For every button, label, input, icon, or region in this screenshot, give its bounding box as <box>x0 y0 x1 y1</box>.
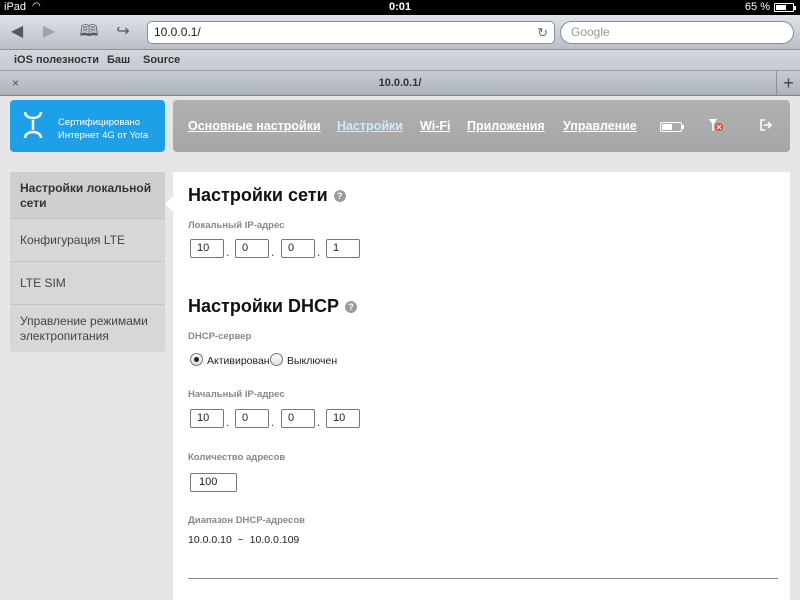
bookmarks-icon[interactable]: 🕮 <box>76 21 102 43</box>
url-text: 10.0.0.1/ <box>154 25 201 39</box>
dhcp-server-label: DHCP-сервер <box>188 331 252 342</box>
nav-management[interactable]: Управление <box>563 119 637 133</box>
dhcp-off-radio[interactable] <box>270 353 283 366</box>
bookmarks-bar: iOS полезности Баш Source <box>0 50 800 70</box>
logo-line-2: Интернет 4G от Yota <box>58 130 149 141</box>
local-ip-octet-1[interactable]: 10 <box>190 239 224 258</box>
dhcp-settings-title: Настройки DHCP <box>188 296 339 316</box>
bookmark-source[interactable]: Source <box>143 54 180 66</box>
ip-dot: . <box>317 245 321 259</box>
range-separator: ~ <box>237 534 244 546</box>
nav-main-settings[interactable]: Основные настройки <box>188 119 321 133</box>
tab-bar: × 10.0.0.1/ + <box>0 70 800 96</box>
bookmark-ios[interactable]: iOS полезности <box>14 54 99 66</box>
local-ip-octet-4[interactable]: 1 <box>326 239 360 258</box>
network-settings-title: Настройки сети <box>188 185 328 205</box>
url-bar[interactable]: 10.0.0.1/ ↻ <box>147 21 555 44</box>
ip-dot: . <box>271 415 275 429</box>
browser-toolbar: ◀ ▶ 🕮 ↪ 10.0.0.1/ ↻ Google <box>0 15 800 50</box>
start-ip-octet-2[interactable]: 0 <box>235 409 269 428</box>
bookmark-bash[interactable]: Баш <box>107 54 130 66</box>
new-tab-button[interactable]: + <box>776 71 800 96</box>
logo-line-1: Сертифицировано <box>58 117 141 128</box>
range-start: 10.0.0.10 <box>188 534 232 546</box>
ip-dot: . <box>317 415 321 429</box>
sidebar-item-lte-sim[interactable]: LTE SIM <box>10 262 165 305</box>
help-icon[interactable]: ? <box>344 301 357 313</box>
battery-icon <box>774 3 796 12</box>
logo-text: Сертифицировано Интернет 4G от Yota <box>58 116 148 142</box>
dhcp-on-label[interactable]: Активирован <box>207 355 270 367</box>
local-ip-octet-2[interactable]: 0 <box>235 239 269 258</box>
logout-icon[interactable] <box>759 118 773 135</box>
address-count-input[interactable]: 100 <box>190 473 237 492</box>
tab-title[interactable]: 10.0.0.1/ <box>0 77 800 89</box>
dhcp-off-label[interactable]: Выключен <box>287 355 337 367</box>
section-divider <box>188 578 778 579</box>
battery-status-fill <box>662 124 672 130</box>
no-signal-svg <box>709 119 723 131</box>
start-ip-octet-3[interactable]: 0 <box>281 409 315 428</box>
top-navigation: Основные настройки Настройки Wi-Fi Прило… <box>173 100 790 152</box>
ip-dot: . <box>271 245 275 259</box>
router-admin-page: Сертифицировано Интернет 4G от Yota Осно… <box>0 96 800 600</box>
ip-dot: . <box>226 245 230 259</box>
help-icon[interactable]: ? <box>333 190 346 202</box>
sidebar-item-power-modes[interactable]: Управление режимами электропитания <box>10 305 165 352</box>
back-icon[interactable]: ◀ <box>4 21 30 43</box>
sidebar-item-lte-config[interactable]: Конфигурация LTE <box>10 219 165 262</box>
nav-wifi[interactable]: Wi-Fi <box>420 119 450 133</box>
dhcp-range-label: Диапазон DHCP-адресов <box>188 515 305 526</box>
dhcp-on-radio[interactable] <box>190 353 203 366</box>
search-input[interactable]: Google <box>560 21 794 44</box>
yota-logo-icon <box>23 111 43 139</box>
dhcp-range-value: 10.0.0.10 ~ 10.0.0.109 <box>188 534 299 546</box>
sidebar-item-lan-settings[interactable]: Настройки локальной сети <box>10 172 165 219</box>
start-ip-octet-1[interactable]: 10 <box>190 409 224 428</box>
start-ip-octet-4[interactable]: 10 <box>326 409 360 428</box>
share-icon[interactable]: ↪ <box>110 21 136 43</box>
network-settings-heading: Настройки сети? <box>188 185 346 206</box>
ip-dot: . <box>226 415 230 429</box>
sidebar: Настройки локальной сети Конфигурация LT… <box>10 172 165 352</box>
settings-panel: Настройки сети? Локальный IP-адрес 10 . … <box>173 172 790 600</box>
reload-icon[interactable]: ↻ <box>537 22 548 43</box>
no-signal-icon <box>708 118 724 135</box>
logout-svg <box>760 119 773 131</box>
start-ip-label: Начальный IP-адрес <box>188 389 285 400</box>
battery-status-icon <box>660 122 684 132</box>
local-ip-octet-3[interactable]: 0 <box>281 239 315 258</box>
clock: 0:01 <box>388 1 412 13</box>
range-end: 10.0.0.109 <box>249 534 300 546</box>
forward-icon[interactable]: ▶ <box>36 21 62 43</box>
address-count-label: Количество адресов <box>188 452 286 463</box>
battery-percent: 65 % <box>744 1 770 13</box>
local-ip-label: Локальный IP-адрес <box>188 220 285 231</box>
ios-status-bar: iPad ◠ 0:01 65 % <box>0 0 800 15</box>
yota-logo[interactable]: Сертифицировано Интернет 4G от Yota <box>10 100 165 152</box>
nav-settings[interactable]: Настройки <box>337 119 403 133</box>
nav-apps[interactable]: Приложения <box>467 119 545 133</box>
dhcp-settings-heading: Настройки DHCP? <box>188 296 357 317</box>
battery-fill <box>776 5 786 10</box>
